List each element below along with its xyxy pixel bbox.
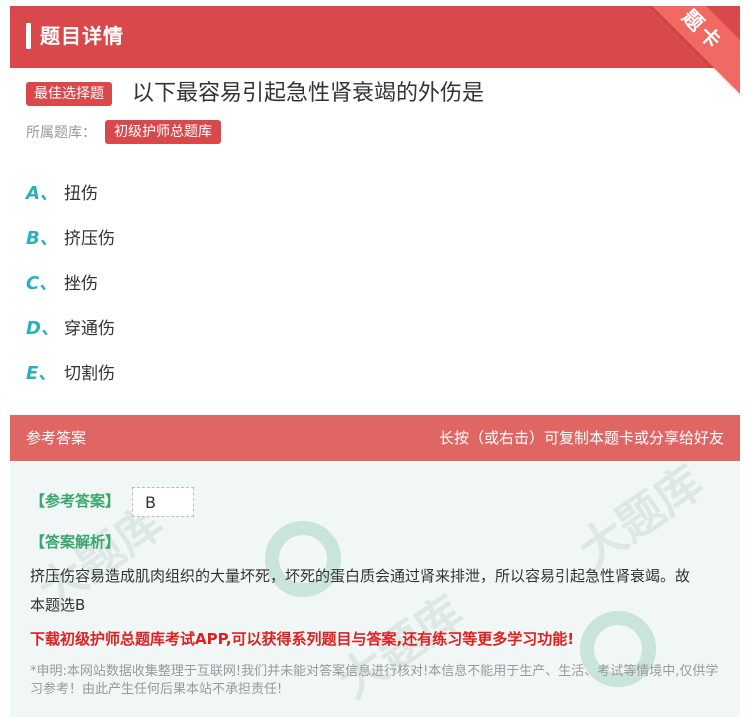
option-c[interactable]: C、 挫伤 [26,271,98,297]
share-hint: 长按（或右击）可复制本题卡或分享给好友 [438,429,724,447]
option-letter: C、 [26,273,58,294]
option-text: 挤压伤 [64,229,115,249]
option-letter: E、 [26,363,57,384]
answer-value: B [132,487,194,517]
answer-body: 大题库 大题库 大题库 【参考答案】 B 【答案解析】 挤压伤容易造成肌肉组织的… [10,461,740,717]
disclaimer: *申明:本网站数据收集整理于互联网!我们并未能对答案信息进行核对!本信息不能用于… [30,664,719,697]
option-text: 切割伤 [64,364,115,384]
bank-tag-link[interactable]: 初级护师总题库 [105,120,221,144]
option-text: 扭伤 [64,184,98,204]
option-b[interactable]: B、 挤压伤 [26,226,115,252]
question-card: 题目详情 题卡 最佳选择题 以下最容易引起急性肾衰竭的外伤是 所属题库： 初级护… [10,6,740,717]
header-accent-bar [26,23,31,49]
option-letter: B、 [26,228,58,249]
question-title: 以下最容易引起急性肾衰竭的外伤是 [132,81,485,106]
option-d[interactable]: D、 穿通伤 [26,316,115,342]
answer-header: 参考答案 长按（或右击）可复制本题卡或分享给好友 [10,415,740,461]
option-e[interactable]: E、 切割伤 [26,361,115,387]
question-type-badge: 最佳选择题 [26,82,112,106]
analysis-text: 挤压伤容易造成肌肉组织的大量坏死，坏死的蛋白质会通过肾来排泄，所以容易引起急性肾… [30,567,691,614]
option-text: 挫伤 [64,274,98,294]
download-promo-link[interactable]: 下载初级护师总题库考试APP,可以获得系列题目与答案,还有练习等更多学习功能! [30,627,574,651]
answer-label: 【参考答案】 [30,492,121,510]
option-a[interactable]: A、 扭伤 [26,181,98,207]
option-letter: A、 [26,183,58,204]
bank-label: 所属题库： [26,125,96,141]
option-letter: D、 [26,318,59,339]
card-header: 题目详情 题卡 [10,6,740,104]
option-text: 穿通伤 [64,319,115,339]
answer-header-title: 参考答案 [26,429,87,447]
analysis-label: 【答案解析】 [30,533,121,551]
page-title: 题目详情 [40,24,124,48]
corner-tag: 题卡 [629,6,740,104]
